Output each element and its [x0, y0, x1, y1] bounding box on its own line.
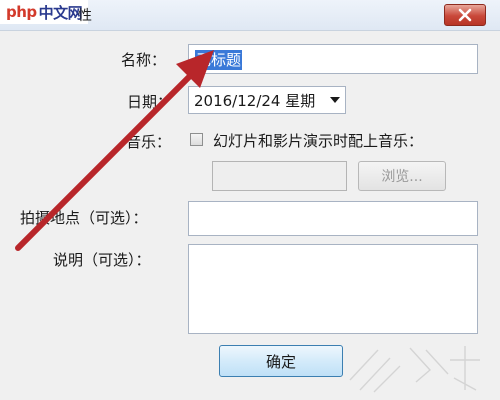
- chevron-down-icon[interactable]: [329, 95, 341, 105]
- name-input-value: 无标题: [195, 50, 243, 70]
- close-button[interactable]: [444, 4, 486, 26]
- date-value: 2016/12/24 星期: [194, 91, 316, 110]
- name-input[interactable]: 无标题: [188, 44, 478, 74]
- date-picker[interactable]: 2016/12/24 星期: [188, 86, 346, 114]
- location-label: 拍摄地点（可选）：: [20, 209, 148, 227]
- music-label: 音乐：: [126, 133, 172, 151]
- music-checkbox-label[interactable]: 幻灯片和影片演示时配上音乐：: [213, 130, 423, 151]
- watermark-latin: php: [6, 3, 37, 21]
- title-bar[interactable]: php 中文网 性: [0, 0, 500, 31]
- date-label: 日期：: [127, 93, 173, 111]
- site-watermark: php 中文网: [0, 0, 89, 24]
- description-label: 说明（可选）：: [53, 251, 151, 269]
- properties-dialog: php 中文网 性 名称： 无标题 日期： 2016/12/24 星期 音乐： 幻…: [0, 0, 500, 400]
- music-path-field: [212, 161, 347, 191]
- name-label: 名称：: [121, 51, 167, 69]
- music-checkbox[interactable]: [190, 133, 203, 146]
- location-input[interactable]: [188, 201, 478, 236]
- window-title: 性: [78, 8, 92, 24]
- watermark-cn: 中文网: [38, 3, 83, 22]
- browse-button[interactable]: 浏览...: [358, 161, 446, 191]
- close-icon: [458, 8, 472, 22]
- corner-watermark-graphic: [349, 346, 480, 393]
- ok-button[interactable]: 确定: [219, 345, 343, 377]
